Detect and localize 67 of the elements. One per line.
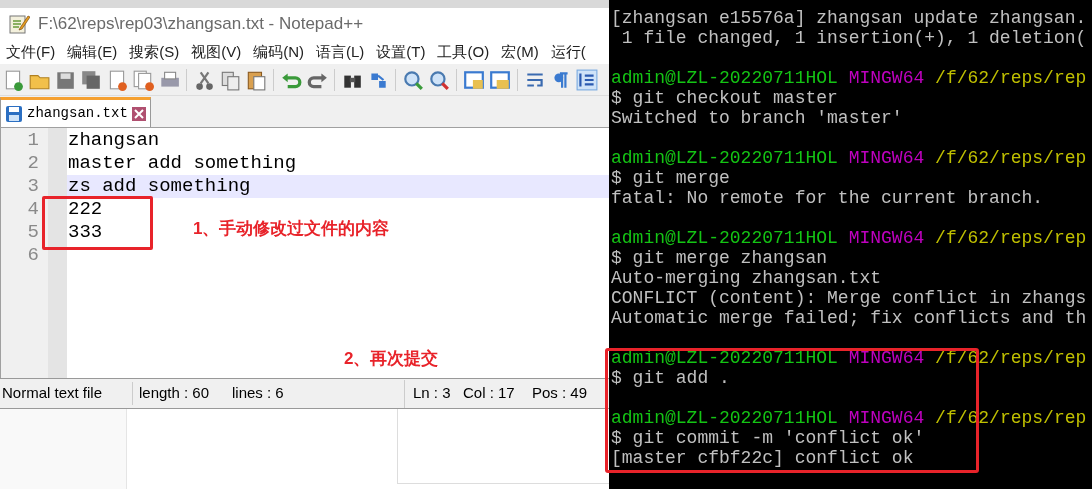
lines-count-label: lines : 6 [232, 383, 285, 404]
sync-vertical-icon[interactable] [463, 68, 485, 91]
terminal-line: [master cfbf22c] conflict ok [611, 448, 914, 468]
prompt-path: /f/62/reps/rep [935, 228, 1087, 248]
code-line: zhangsan [68, 129, 160, 151]
code-line: 222 [68, 198, 103, 220]
terminal-line: CONFLICT (content): Merge conflict in zhangs [611, 288, 1087, 308]
prompt-user: admin@LZL-20220711HOL [611, 68, 838, 88]
terminal-line: 1 file changed, 1 insertion(+), 1 deletion( [620, 28, 1087, 48]
menu-item[interactable]: 视图(V) [185, 40, 248, 64]
length-label: length : 60 [139, 383, 211, 404]
terminal-line: Switched to branch 'master' [611, 108, 903, 128]
indent-guide-icon[interactable] [576, 68, 598, 91]
line-number: 1 [26, 129, 40, 152]
line-position-label: Ln : 3 [413, 383, 452, 404]
line-number: 6 [26, 244, 40, 267]
zoom-in-icon[interactable] [402, 68, 424, 91]
annotation-text: 2、再次提交 [344, 348, 439, 370]
menu-item[interactable]: 设置(T) [370, 40, 432, 64]
code-line: zs add something [68, 175, 251, 197]
save-icon [5, 104, 23, 123]
terminal-line: fatal: No remote for the current branch. [611, 188, 1044, 208]
prompt-path: /f/62/reps/rep [935, 148, 1087, 168]
annotation-text: 1、手动修改过文件的内容 [193, 218, 390, 240]
menu-item[interactable]: 工具(O) [431, 40, 496, 64]
code-line: 333 [68, 221, 103, 243]
prompt-system: MINGW64 [848, 228, 925, 248]
prompt-system: MINGW64 [848, 68, 925, 88]
prompt-system: MINGW64 [848, 408, 925, 428]
menu-item[interactable]: 编辑(E) [61, 40, 124, 64]
menu-item[interactable]: 宏(M) [495, 40, 545, 64]
line-number: 4 [26, 198, 40, 221]
terminal-line: $ git merge [611, 168, 730, 188]
menu-item[interactable]: 运行( [544, 40, 592, 64]
line-number: 3 [26, 175, 40, 198]
window-title: F:\62\reps\rep03\zhangsan.txt - Notepad++ [38, 13, 364, 36]
file-tab[interactable]: zhangsan.txt [0, 97, 151, 127]
line-number: 2 [26, 152, 40, 175]
save-all-icon[interactable] [80, 68, 102, 91]
menu-item[interactable]: 搜索(S) [123, 40, 186, 64]
terminal-line: $ git merge zhangsan [611, 248, 828, 268]
terminal-line: Automatic merge failed; fix conflicts and th [611, 308, 1087, 328]
prompt-user: admin@LZL-20220711HOL [611, 228, 838, 248]
terminal-line: $ git commit -m 'conflict ok' [611, 428, 925, 448]
caret-position-label: Pos : 49 [532, 383, 588, 404]
menu-item[interactable]: 语言(L) [310, 40, 371, 64]
menu-item[interactable]: 文件(F) [0, 40, 62, 64]
prompt-path: /f/62/reps/rep [935, 68, 1087, 88]
prompt-system: MINGW64 [848, 348, 925, 368]
prompt-system: MINGW64 [848, 148, 925, 168]
terminal-line: [zhangsan e15576a] zhangsan update zhangsan. [611, 8, 1087, 28]
close-all-icon[interactable] [132, 68, 154, 91]
notepad-icon [8, 13, 30, 35]
zoom-out-icon[interactable] [428, 68, 450, 91]
prompt-user: admin@LZL-20220711HOL [611, 348, 838, 368]
menu-item[interactable]: 编码(N) [247, 40, 310, 64]
terminal-line: $ git add . [611, 368, 730, 388]
prompt-user: admin@LZL-20220711HOL [611, 408, 838, 428]
close-icon[interactable] [131, 106, 146, 121]
prompt-user: admin@LZL-20220711HOL [611, 148, 838, 168]
terminal-line: $ git checkout master [611, 88, 838, 108]
terminal-line: Auto-merging zhangsan.txt [611, 268, 882, 288]
line-number: 5 [26, 221, 40, 244]
column-position-label: Col : 17 [463, 383, 516, 404]
sync-horizontal-icon[interactable] [489, 68, 511, 91]
code-line: master add something [68, 152, 297, 174]
file-type-label: Normal text file [0, 382, 133, 405]
